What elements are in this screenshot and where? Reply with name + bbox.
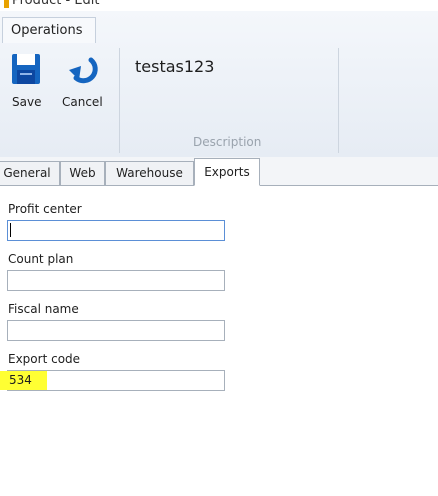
ribbon-group-label-description: Description [193,135,262,149]
tab-general[interactable]: General [0,161,60,185]
description-value: testas123 [135,57,215,76]
cancel-button[interactable]: Cancel [62,95,103,109]
profit-center-label: Profit center [8,202,82,216]
export-code-label: Export code [8,352,81,366]
fiscal-name-label: Fiscal name [8,302,79,316]
window-title: Product - Edit [12,0,100,8]
ribbon-tab-label: Operations [11,23,83,38]
save-icon[interactable] [11,53,41,88]
fiscal-name-input[interactable] [7,320,225,341]
ribbon-tab-operations[interactable]: Operations [2,17,96,43]
count-plan-input[interactable] [7,270,225,291]
cancel-icon[interactable] [67,56,101,89]
tab-warehouse[interactable]: Warehouse [105,161,194,185]
count-plan-label: Count plan [8,252,74,266]
window-titlebar: Product - Edit [0,0,438,11]
text-caret [10,223,11,237]
ribbon-separator [119,48,120,153]
tab-web[interactable]: Web [60,161,105,185]
tab-exports[interactable]: Exports [194,158,260,186]
app-icon [4,0,9,8]
profit-center-input[interactable] [7,220,225,241]
export-code-value: 534 [9,373,32,387]
ribbon-separator [338,48,339,153]
save-button[interactable]: Save [12,95,41,109]
